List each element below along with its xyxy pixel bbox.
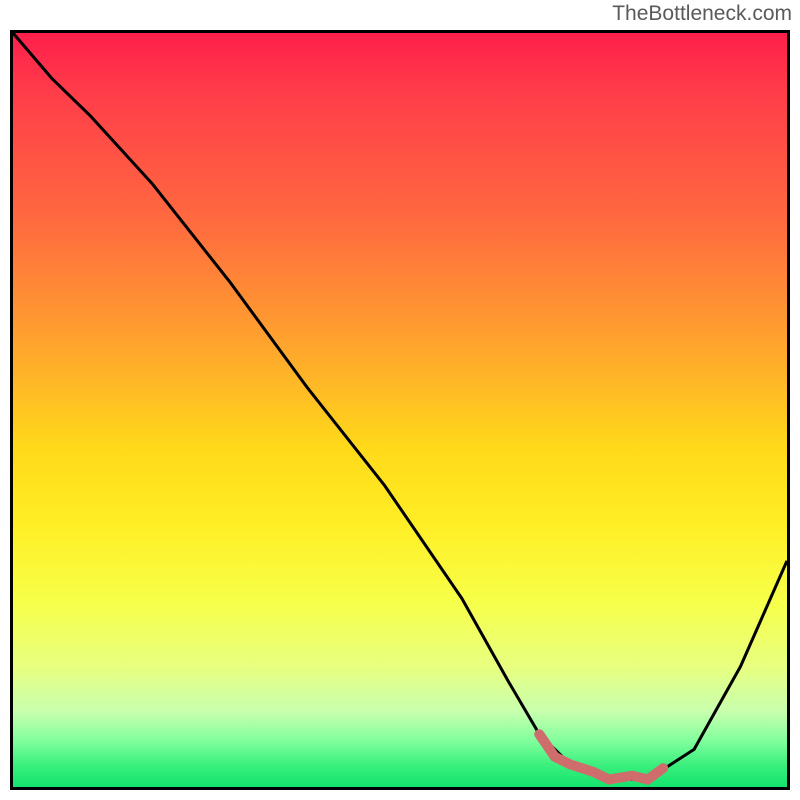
plot-frame — [10, 30, 790, 790]
bottleneck-curve-optimal-segment — [539, 734, 663, 779]
bottleneck-curve — [13, 33, 787, 779]
watermark-text: TheBottleneck.com — [612, 2, 792, 26]
chart-stage: TheBottleneck.com — [0, 0, 800, 800]
curve-layer — [13, 33, 787, 787]
